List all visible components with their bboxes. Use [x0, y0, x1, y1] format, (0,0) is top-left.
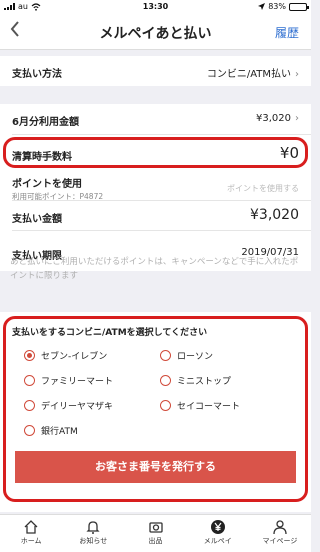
- divider: [12, 230, 311, 231]
- amount-row[interactable]: 6月分利用金額 ¥3,020 ›: [12, 113, 299, 128]
- status-bar: au 13:30 83%: [0, 0, 311, 14]
- divider: [12, 200, 311, 201]
- bell-icon: [86, 521, 100, 534]
- person-icon: [273, 520, 287, 535]
- points-label: ポイントを使用: [12, 179, 82, 190]
- fee-highlight: [3, 137, 308, 168]
- tab-sell[interactable]: 出品: [124, 515, 186, 552]
- amount-value: ¥3,020: [256, 113, 291, 124]
- tab-home[interactable]: ホーム: [0, 515, 62, 552]
- payment-method-value: コンビニ/ATM払い: [206, 69, 291, 80]
- payment-method-row[interactable]: 支払い方法 コンビニ/ATM払い ›: [0, 56, 311, 86]
- total-label: 支払い金額: [12, 214, 62, 225]
- battery-percent: 83%: [268, 2, 286, 11]
- tab-mypage[interactable]: マイページ: [249, 515, 311, 552]
- battery-group: 83%: [258, 2, 309, 11]
- points-row[interactable]: ポイントを使用 利用可能ポイント：P4872 ポイントを使用する: [12, 175, 299, 202]
- points-note: あと払いにご利用いただけるポイントは、キャンペーンなどで手に入れたポイントに限り…: [10, 257, 299, 281]
- chevron-right-icon: ›: [295, 69, 299, 80]
- usage-section: 6月分利用金額 ¥3,020 › 清算時手数料 ¥0 ポイントを使用 利用可能ポイ…: [0, 104, 311, 271]
- amount-label: 6月分利用金額: [12, 117, 79, 128]
- tab-merpay[interactable]: メルペイ: [187, 515, 249, 552]
- battery-icon: [289, 2, 309, 11]
- page-title: メルペイあと払い: [99, 26, 212, 42]
- location-icon: [258, 3, 266, 10]
- total-row: 支払い金額 ¥3,020: [12, 207, 299, 225]
- payment-method-label: 支払い方法: [12, 69, 62, 80]
- divider: [12, 134, 311, 135]
- chevron-right-icon: ›: [295, 113, 299, 124]
- history-link[interactable]: 履歴: [275, 24, 299, 41]
- tab-notifications[interactable]: お知らせ: [62, 515, 124, 552]
- total-value: ¥3,020: [250, 207, 299, 223]
- tab-bar: ホーム お知らせ 出品 メルペイ マイページ: [0, 514, 311, 552]
- yen-icon: [210, 520, 225, 534]
- home-icon: [24, 520, 38, 534]
- store-highlight: [3, 316, 308, 502]
- points-input[interactable]: ポイントを使用する: [227, 183, 299, 194]
- camera-icon: [148, 522, 163, 533]
- nav-bar: メルペイあと払い 履歴: [0, 14, 311, 50]
